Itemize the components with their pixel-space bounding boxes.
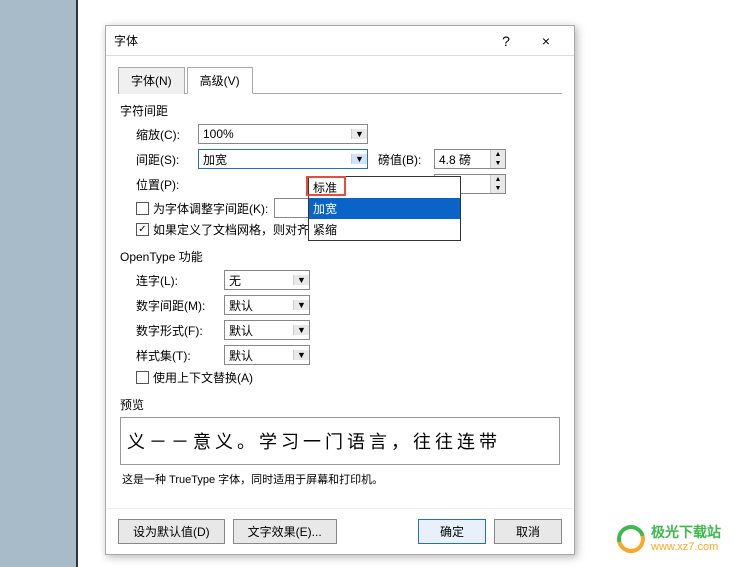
titlebar: 字体 ? × xyxy=(106,26,574,56)
kerning-checkbox[interactable] xyxy=(136,202,149,215)
font-description: 这是一种 TrueType 字体，同时适用于屏幕和打印机。 xyxy=(122,471,558,487)
kerning-label: 为字体调整字间距(K): xyxy=(153,200,268,217)
dialog-title: 字体 xyxy=(114,32,486,49)
dropdown-item-standard[interactable]: 标准 xyxy=(309,177,460,198)
spacing-point-label: 磅值(B): xyxy=(378,151,434,168)
ligature-row: 连字(L): 无 ▼ xyxy=(136,269,562,291)
logo-text: 极光下载站 www.xz7.com xyxy=(651,525,721,552)
tab-advanced[interactable]: 高级(V) xyxy=(187,67,253,94)
context-label: 使用上下文替换(A) xyxy=(153,369,253,386)
tab-font[interactable]: 字体(N) xyxy=(118,67,185,94)
num-form-row: 数字形式(F): 默认 ▼ xyxy=(136,319,562,341)
ligature-combo[interactable]: 无 ▼ xyxy=(224,270,310,290)
num-spacing-combo[interactable]: 默认 ▼ xyxy=(224,295,310,315)
ligature-label: 连字(L): xyxy=(136,272,224,289)
spin-down-icon[interactable]: ▼ xyxy=(491,159,505,168)
spacing-point-spinner[interactable]: 4.8 磅 ▲▼ xyxy=(434,149,506,169)
preview-label: 预览 xyxy=(120,396,562,413)
spacing-combo[interactable]: 加宽 ▼ xyxy=(198,149,368,169)
chevron-down-icon: ▼ xyxy=(293,300,309,310)
spacing-dropdown-list: 标准 加宽 紧缩 xyxy=(308,176,461,241)
spacing-row: 间距(S): 加宽 ▼ 磅值(B): 4.8 磅 ▲▼ xyxy=(136,148,562,170)
font-dialog: 字体 ? × 字体(N) 高级(V) 字符间距 缩放(C): 100% ▼ 间距… xyxy=(105,25,575,555)
scale-row: 缩放(C): 100% ▼ xyxy=(136,123,562,145)
num-form-combo[interactable]: 默认 ▼ xyxy=(224,320,310,340)
section-opentype: OpenType 功能 xyxy=(120,248,562,265)
dialog-body: 字体(N) 高级(V) 字符间距 缩放(C): 100% ▼ 间距(S): 加宽… xyxy=(106,56,574,503)
cancel-button[interactable]: 取消 xyxy=(494,519,562,544)
scale-label: 缩放(C): xyxy=(136,126,198,143)
spin-down-icon[interactable]: ▼ xyxy=(491,184,505,193)
chevron-down-icon: ▼ xyxy=(351,129,367,139)
branding-logo: 极光下载站 www.xz7.com xyxy=(617,525,721,553)
spin-up-icon[interactable]: ▲ xyxy=(491,175,505,184)
num-spacing-row: 数字间距(M): 默认 ▼ xyxy=(136,294,562,316)
section-char-spacing: 字符间距 xyxy=(120,102,562,119)
scale-combo[interactable]: 100% ▼ xyxy=(198,124,368,144)
tab-strip: 字体(N) 高级(V) xyxy=(118,66,562,94)
spin-up-icon[interactable]: ▲ xyxy=(491,150,505,159)
context-checkbox[interactable] xyxy=(136,371,149,384)
style-set-combo[interactable]: 默认 ▼ xyxy=(224,345,310,365)
num-spacing-label: 数字间距(M): xyxy=(136,297,224,314)
dropdown-item-condensed[interactable]: 紧缩 xyxy=(309,219,460,240)
spacing-label: 间距(S): xyxy=(136,151,198,168)
num-form-label: 数字形式(F): xyxy=(136,322,224,339)
set-default-button[interactable]: 设为默认值(D) xyxy=(118,519,225,544)
style-set-row: 样式集(T): 默认 ▼ xyxy=(136,344,562,366)
preview-box: 义－－意义。学习一门语言，往往连带 xyxy=(120,417,560,465)
ok-button[interactable]: 确定 xyxy=(418,519,486,544)
chevron-down-icon: ▼ xyxy=(293,350,309,360)
chevron-down-icon: ▼ xyxy=(293,325,309,335)
style-set-label: 样式集(T): xyxy=(136,347,224,364)
dropdown-item-expanded[interactable]: 加宽 xyxy=(309,198,460,219)
context-row: 使用上下文替换(A) xyxy=(136,369,562,386)
close-button[interactable]: × xyxy=(526,33,566,49)
grid-checkbox[interactable]: ✓ xyxy=(136,223,149,236)
position-label: 位置(P): xyxy=(136,176,198,193)
text-effects-button[interactable]: 文字效果(E)... xyxy=(233,519,337,544)
logo-icon xyxy=(617,525,645,553)
help-button[interactable]: ? xyxy=(486,33,526,49)
dialog-footer: 设为默认值(D) 文字效果(E)... 确定 取消 xyxy=(106,508,574,554)
chevron-down-icon: ▼ xyxy=(351,154,367,164)
chevron-down-icon: ▼ xyxy=(293,275,309,285)
